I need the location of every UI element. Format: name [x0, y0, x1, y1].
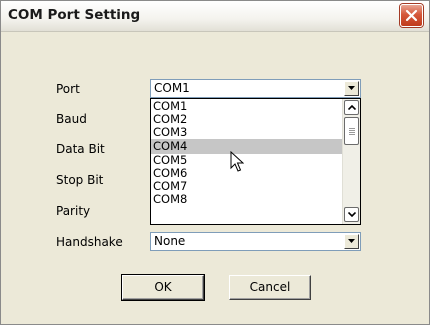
port-option-highlighted[interactable]: COM4 [151, 139, 343, 154]
port-option[interactable]: COM3 [151, 126, 343, 139]
port-dropdown-list[interactable]: COM1 COM2 COM3 COM4 COM5 COM6 COM7 COM8 [150, 98, 361, 225]
ok-button[interactable]: OK [121, 274, 205, 301]
close-button[interactable] [400, 4, 423, 27]
port-select[interactable]: COM1 [150, 79, 361, 98]
port-select-value: COM1 [154, 81, 190, 95]
handshake-select-value: None [154, 234, 186, 248]
window-title: COM Port Setting [8, 7, 141, 23]
close-icon [405, 9, 418, 22]
parity-label: Parity [56, 204, 91, 218]
handshake-dropdown-button[interactable] [344, 234, 359, 249]
cancel-button[interactable]: Cancel [229, 275, 311, 300]
scroll-thumb[interactable] [344, 117, 359, 145]
baud-label: Baud [56, 112, 87, 126]
title-bar[interactable]: COM Port Setting [1, 1, 429, 32]
dialog-window: COM Port Setting Port Baud Data Bit Stop… [0, 0, 430, 325]
stop-bit-label: Stop Bit [56, 173, 104, 187]
port-dropdown-button[interactable] [344, 81, 359, 96]
scroll-up-button[interactable] [344, 100, 359, 115]
handshake-label: Handshake [56, 235, 123, 249]
chevron-down-icon [348, 86, 355, 90]
chevron-down-icon [348, 212, 356, 217]
chevron-up-icon [348, 105, 356, 110]
handshake-select[interactable]: None [150, 232, 361, 251]
chevron-down-icon [348, 239, 355, 243]
mouse-pointer-icon [230, 151, 244, 172]
port-label: Port [56, 82, 80, 96]
data-bit-label: Data Bit [56, 142, 105, 156]
scroll-down-button[interactable] [344, 207, 359, 222]
dropdown-scrollbar[interactable] [342, 99, 360, 224]
port-option[interactable]: COM8 [151, 193, 343, 206]
